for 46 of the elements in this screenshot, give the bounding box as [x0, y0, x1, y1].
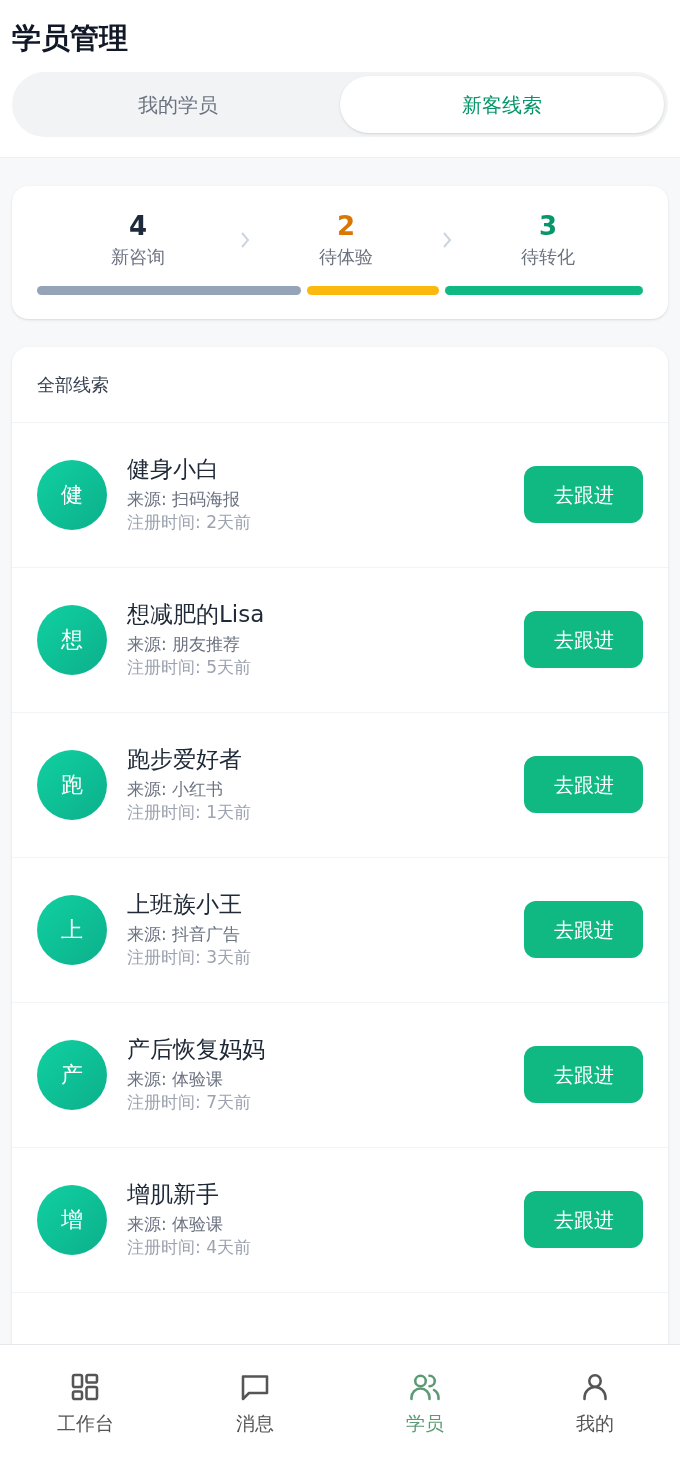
follow-up-button[interactable]: 去跟进 [524, 466, 643, 524]
follow-up-button[interactable]: 去跟进 [524, 901, 643, 959]
page-title: 学员管理 [12, 20, 129, 57]
nav-item[interactable]: 消息 [170, 1345, 340, 1462]
lead-source: 来源: 扫码海报 [127, 487, 242, 511]
lead-name: 上班族小王 [127, 890, 243, 919]
avatar: 产 [37, 1039, 107, 1110]
tab[interactable]: 我的学员 [16, 76, 340, 134]
stage-count: 3 [538, 210, 558, 243]
lead-name: 健身小白 [127, 455, 220, 484]
avatar: 跑 [37, 749, 107, 820]
lead-name: 增肌新手 [127, 1180, 220, 1209]
follow-up-button[interactable]: 去跟进 [524, 611, 643, 669]
nav-item[interactable]: 工作台 [0, 1345, 170, 1462]
chevron-icon [239, 231, 251, 249]
lead-source: 来源: 抖音广告 [127, 922, 242, 946]
lead-name: 跑步爱好者 [127, 745, 243, 774]
lead-source: 来源: 朋友推荐 [127, 632, 242, 656]
avatar: 健 [37, 459, 107, 530]
stage-label: 待转化 [521, 244, 575, 269]
follow-up-button[interactable]: 去跟进 [524, 756, 643, 814]
chevron-icon [441, 231, 453, 249]
list-title: 全部线索 [12, 346, 668, 423]
stage-count: 2 [336, 210, 356, 243]
lead-registered: 注册时间: 5天前 [127, 656, 252, 680]
lead-registered: 注册时间: 2天前 [127, 511, 252, 535]
nav-item[interactable]: 学员 [340, 1345, 510, 1462]
lead-name: 产后恢复妈妈 [127, 1035, 266, 1064]
lead-source: 来源: 小红书 [127, 777, 225, 801]
tab[interactable]: 新客线索 [340, 76, 664, 134]
follow-up-button[interactable]: 去跟进 [524, 1046, 643, 1104]
lead-name: 想减肥的Lisa [127, 600, 266, 629]
avatar: 想 [37, 604, 107, 675]
lead-source: 来源: 体验课 [127, 1067, 225, 1091]
nav-item[interactable]: 我的 [510, 1345, 680, 1462]
lead-registered: 注册时间: 7天前 [127, 1091, 252, 1115]
avatar: 增 [37, 1184, 107, 1255]
follow-up-button[interactable]: 去跟进 [524, 1191, 643, 1249]
stage-label: 新咨询 [111, 244, 165, 269]
lead-registered: 注册时间: 1天前 [127, 801, 252, 825]
lead-source: 来源: 体验课 [127, 1212, 225, 1236]
avatar: 上 [37, 894, 107, 965]
stage-count: 4 [128, 210, 148, 243]
stage-label: 待体验 [319, 244, 373, 269]
lead-registered: 注册时间: 4天前 [127, 1236, 252, 1260]
lead-registered: 注册时间: 3天前 [127, 946, 252, 970]
